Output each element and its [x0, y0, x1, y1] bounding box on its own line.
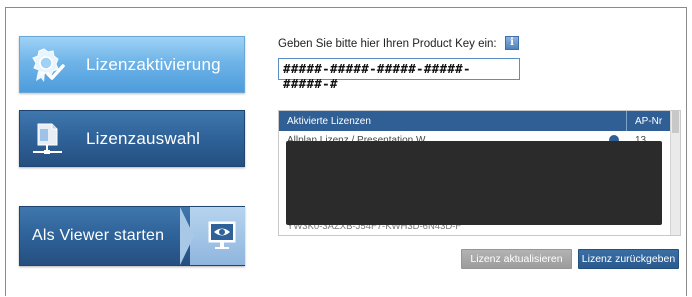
- info-icon[interactable]: i: [505, 36, 519, 50]
- table-header: Aktivierte Lizenzen AP-Nr: [279, 111, 671, 131]
- network-document-icon: [33, 123, 62, 154]
- license-selection-label: Lizenzauswahl: [86, 128, 201, 148]
- monitor-eye-icon: [208, 221, 236, 249]
- product-key-prompt: Geben Sie bitte hier Ihren Product Key e…: [278, 38, 497, 50]
- start-as-viewer-button[interactable]: Als Viewer starten: [19, 206, 245, 266]
- redacted-area: [286, 141, 662, 225]
- scrollbar-thumb[interactable]: [672, 111, 679, 133]
- column-header-ap-nr[interactable]: AP-Nr: [635, 116, 662, 127]
- license-activation-button[interactable]: Lizenzaktivierung: [19, 36, 245, 93]
- product-key-input[interactable]: #####-#####-#####-#####-#####-#: [278, 58, 520, 91]
- viewer-arrow-shape: [180, 207, 194, 265]
- refresh-license-button[interactable]: Lizenz aktualisieren: [461, 249, 572, 269]
- start-as-viewer-label: Als Viewer starten: [32, 227, 165, 244]
- return-license-button[interactable]: Lizenz zurückgeben: [578, 249, 679, 269]
- license-activation-label: Lizenzaktivierung: [86, 54, 221, 74]
- table-scrollbar[interactable]: [670, 111, 680, 235]
- column-header-licenses[interactable]: Aktivierte Lizenzen: [287, 116, 371, 127]
- badge-check-icon: [32, 48, 65, 82]
- license-selection-button[interactable]: Lizenzauswahl: [19, 110, 245, 167]
- column-divider: [626, 111, 627, 131]
